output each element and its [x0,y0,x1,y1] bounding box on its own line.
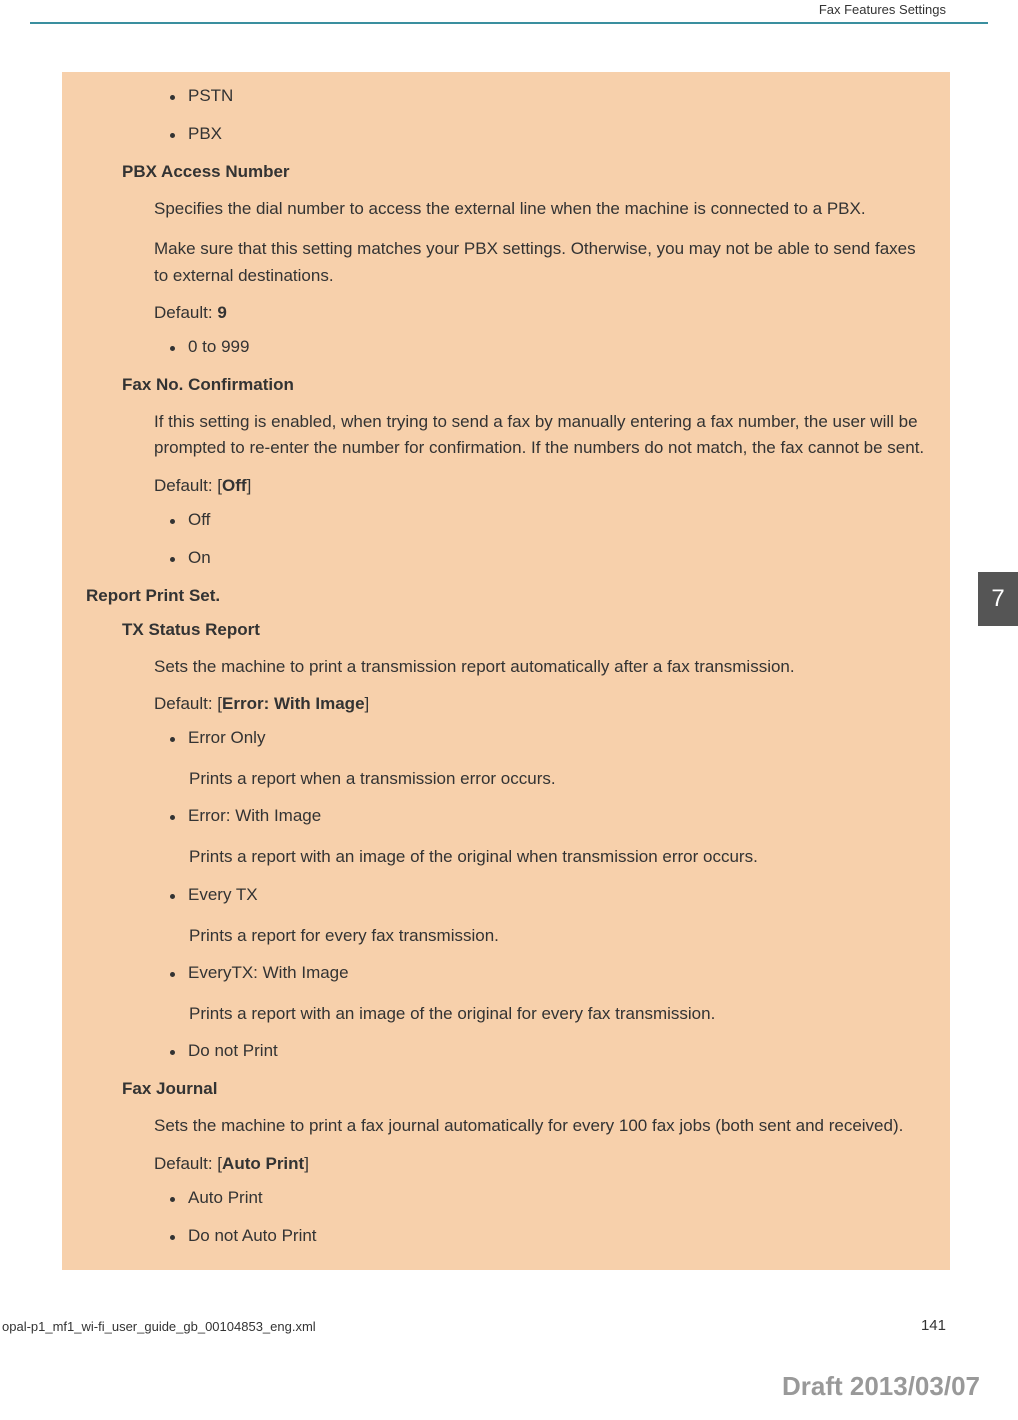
option-description: Prints a report with an image of the ori… [86,844,926,870]
option-label: Off [188,510,210,530]
body-text: Sets the machine to print a transmission… [86,654,926,680]
list-item: On [86,548,926,568]
default-suffix: ] [304,1154,309,1173]
bullet-icon [170,519,175,524]
bullet-icon [170,1050,175,1055]
option-label: Every TX [188,885,258,905]
list-item: Auto Print [86,1188,926,1208]
list-item: PBX [86,124,926,144]
list-item: Error: With Image [86,806,926,826]
fax-no-confirm-title: Fax No. Confirmation [86,375,926,395]
default-value: Error: With Image [222,694,364,713]
option-description: Prints a report for every fax transmissi… [86,923,926,949]
bullet-icon [170,557,175,562]
option-label: On [188,548,211,568]
option-label: 0 to 999 [188,337,249,357]
option-label: PBX [188,124,222,144]
bullet-icon [170,815,175,820]
default-value: Off [222,476,247,495]
body-text: Make sure that this setting matches your… [86,236,926,289]
body-text: Specifies the dial number to access the … [86,196,926,222]
default-value-line: Default: 9 [86,303,926,323]
default-prefix: Default: [ [154,476,222,495]
header-divider [30,22,988,24]
option-label: Do not Auto Print [188,1226,317,1246]
list-item: Off [86,510,926,530]
page-header-title: Fax Features Settings [819,0,946,23]
option-label: Error: With Image [188,806,321,826]
list-item: 0 to 999 [86,337,926,357]
default-value-line: Default: [Error: With Image] [86,694,926,714]
bullet-icon [170,95,175,100]
chapter-tab: 7 [978,572,1018,626]
body-text: Sets the machine to print a fax journal … [86,1113,926,1139]
fax-journal-title: Fax Journal [86,1079,926,1099]
option-description: Prints a report when a transmission erro… [86,766,926,792]
bullet-icon [170,133,175,138]
list-item: Every TX [86,885,926,905]
footer-page-number: 141 [921,1317,946,1334]
bullet-icon [170,737,175,742]
default-value: Auto Print [222,1154,304,1173]
tx-status-title: TX Status Report [86,620,926,640]
bullet-icon [170,894,175,899]
option-description: Prints a report with an image of the ori… [86,1001,926,1027]
default-prefix: Default: [ [154,694,222,713]
bullet-icon [170,346,175,351]
footer-filename: opal-p1_mf1_wi-fi_user_guide_gb_00104853… [2,1319,316,1334]
content-panel: PSTN PBX PBX Access Number Specifies the… [62,72,950,1270]
default-suffix: ] [365,694,370,713]
list-item: EveryTX: With Image [86,963,926,983]
body-text: If this setting is enabled, when trying … [86,409,926,462]
list-item: Do not Print [86,1041,926,1061]
list-item: Error Only [86,728,926,748]
option-label: Error Only [188,728,265,748]
default-value-line: Default: [Off] [86,476,926,496]
option-label: EveryTX: With Image [188,963,349,983]
draft-watermark: Draft 2013/03/07 [782,1371,980,1402]
option-label: Do not Print [188,1041,278,1061]
bullet-icon [170,972,175,977]
option-label: PSTN [188,86,233,106]
bullet-icon [170,1235,175,1240]
default-prefix: Default: [ [154,1154,222,1173]
default-suffix: ] [247,476,252,495]
pbx-access-title: PBX Access Number [86,162,926,182]
list-item: Do not Auto Print [86,1226,926,1246]
default-value-line: Default: [Auto Print] [86,1154,926,1174]
bullet-icon [170,1197,175,1202]
report-print-title: Report Print Set. [50,586,926,606]
default-prefix: Default: [154,303,217,322]
default-value: 9 [217,303,226,322]
list-item: PSTN [86,86,926,106]
option-label: Auto Print [188,1188,263,1208]
